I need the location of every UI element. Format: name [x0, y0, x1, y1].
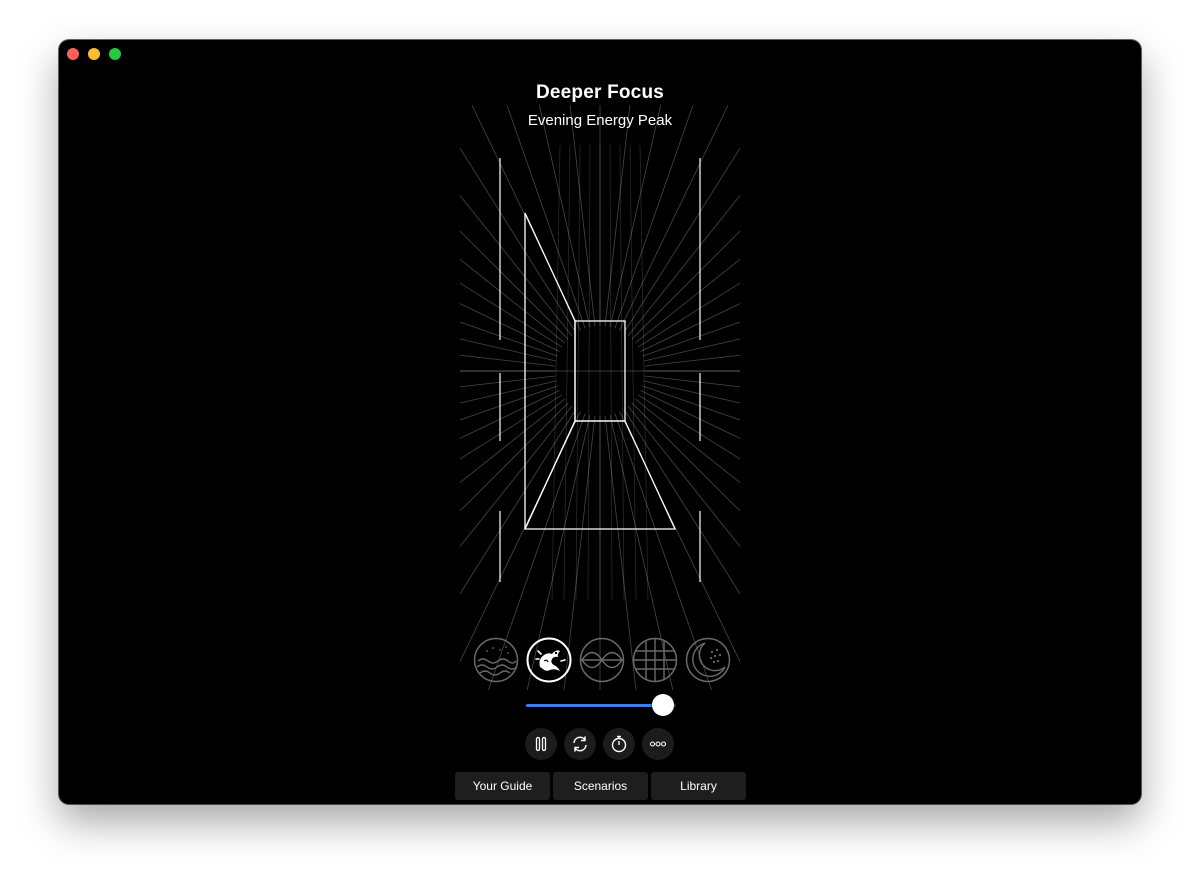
repeat-button[interactable]: [564, 728, 596, 760]
sound-mode-selector: [473, 637, 731, 683]
tab-scenarios[interactable]: Scenarios: [553, 772, 648, 800]
more-button[interactable]: [642, 728, 674, 760]
waves-icon: [473, 637, 519, 683]
dragon-icon: [526, 637, 572, 683]
pause-icon: [535, 736, 547, 752]
volume-slider[interactable]: [526, 694, 676, 716]
session-title: Deeper Focus: [535, 82, 665, 103]
grid-globe-icon: [632, 637, 678, 683]
bottom-tabs: Your Guide Scenarios Library: [455, 772, 746, 800]
repeat-icon: [573, 736, 587, 752]
moon-stars-icon: [685, 637, 731, 683]
tab-library[interactable]: Library: [651, 772, 746, 800]
mode-sine[interactable]: [579, 637, 625, 683]
volume-slider-fill: [526, 704, 663, 707]
more-icon: [649, 741, 667, 747]
mode-waves[interactable]: [473, 637, 519, 683]
mode-moon[interactable]: [685, 637, 731, 683]
mode-grid[interactable]: [632, 637, 678, 683]
sine-wave-icon: [579, 637, 625, 683]
volume-slider-thumb[interactable]: [651, 694, 674, 716]
timer-button[interactable]: [603, 728, 635, 760]
tab-your-guide[interactable]: Your Guide: [455, 772, 550, 800]
timer-icon: [611, 735, 627, 753]
pause-button[interactable]: [525, 728, 557, 760]
app-window: Deeper Focus Evening Energy Peak Your Gu…: [59, 40, 1141, 804]
corridor-artwork: [459, 104, 741, 691]
playback-controls: [525, 728, 674, 760]
session-subtitle: Evening Energy Peak: [527, 112, 673, 129]
mode-dragon[interactable]: [526, 637, 572, 683]
